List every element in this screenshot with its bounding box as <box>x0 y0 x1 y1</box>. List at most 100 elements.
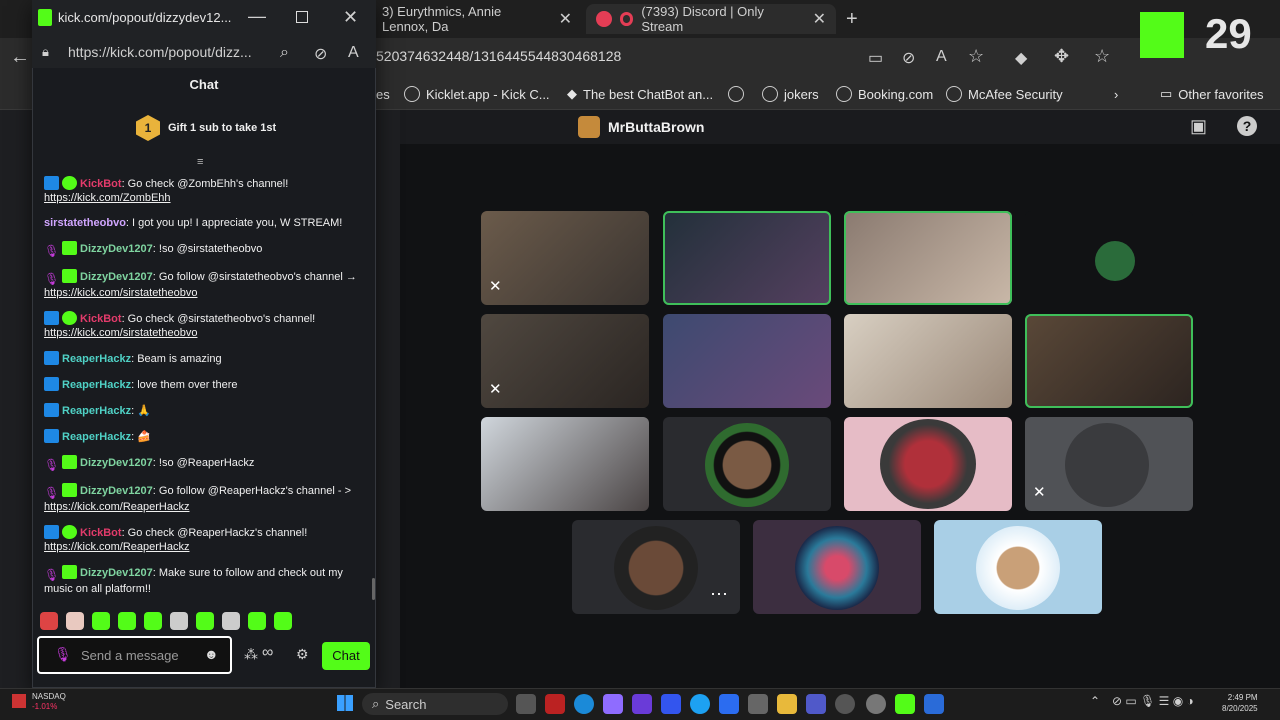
chevron-up-icon[interactable]: ⌃ <box>1090 694 1100 708</box>
read-aloud-icon[interactable]: A <box>348 44 359 62</box>
video-tile[interactable]: ✕ <box>481 211 649 305</box>
emoji-icon[interactable]: ☻ <box>204 646 219 662</box>
edge-icon[interactable] <box>574 694 594 714</box>
video-tile[interactable] <box>663 417 831 511</box>
chat-link[interactable]: https://kick.com/ReaperHackz <box>44 501 190 513</box>
points-icon[interactable]: ⁂ <box>244 646 258 663</box>
emote[interactable] <box>196 612 214 630</box>
gear-icon[interactable]: ⚙ <box>296 646 309 663</box>
emote[interactable] <box>40 612 58 630</box>
video-tile[interactable]: ✕ <box>481 314 649 408</box>
settings-icon[interactable] <box>866 694 886 714</box>
chat-username[interactable]: sirstatetheobvo <box>44 217 126 229</box>
video-tile[interactable] <box>844 314 1012 408</box>
more-options-icon[interactable]: ⋯ <box>710 584 728 605</box>
eye-off-icon[interactable]: ⊘ <box>314 44 327 64</box>
extension-icon[interactable]: ◆ <box>1015 48 1027 68</box>
minimize-icon[interactable]: — <box>248 6 266 27</box>
folder-icon[interactable] <box>777 694 797 714</box>
mcafee-icon[interactable] <box>545 694 565 714</box>
taskbar-search[interactable]: ⌕ Search <box>362 693 508 715</box>
video-tile[interactable] <box>844 211 1012 305</box>
zoom-icon[interactable]: ⌕ <box>280 44 289 62</box>
infinity-icon[interactable]: ∞ <box>262 644 273 662</box>
send-chat-button[interactable]: Chat <box>322 642 370 670</box>
chevron-right-icon[interactable]: › <box>1114 84 1118 104</box>
fav-item[interactable]: es <box>376 84 390 104</box>
video-tile[interactable]: ✕ <box>1025 417 1193 511</box>
chat-username[interactable]: DizzyDev1207 <box>80 567 153 579</box>
video-tile[interactable] <box>753 520 921 614</box>
tray-icons[interactable]: ⊘ ▭ 🎙︎ ☰ ◉ ◑ <box>1112 694 1194 708</box>
chat-link[interactable]: https://kick.com/sirstatetheobvo <box>44 327 197 339</box>
maximize-icon[interactable] <box>296 11 308 23</box>
fav-jokers[interactable]: jokers <box>762 84 819 104</box>
fav-chatbot[interactable]: ◆ The best ChatBot an... <box>567 84 713 104</box>
video-tile[interactable] <box>1025 211 1193 305</box>
lock-icon[interactable]: 🔒︎ <box>42 44 49 60</box>
chat-username[interactable]: ReaperHackz <box>62 431 131 443</box>
teams-icon[interactable] <box>806 694 826 714</box>
emote[interactable] <box>66 612 84 630</box>
emote[interactable] <box>274 612 292 630</box>
chat-link[interactable]: https://kick.com/ZombEhh <box>44 192 171 204</box>
eye-off-icon[interactable]: ⊘ <box>902 48 915 68</box>
close-icon[interactable]: ✕ <box>559 9 572 29</box>
emote[interactable] <box>92 612 110 630</box>
clock[interactable]: 2:49 PM 8/20/2025 <box>1222 692 1258 714</box>
app-icon[interactable] <box>690 694 710 714</box>
store-icon[interactable] <box>748 694 768 714</box>
chat-username[interactable]: KickBot <box>80 178 122 190</box>
close-icon[interactable]: ✕ <box>343 7 358 28</box>
popup-url[interactable]: https://kick.com/popout/dizz... <box>68 44 252 60</box>
zoom-app-icon[interactable] <box>719 694 739 714</box>
media-icon[interactable] <box>835 694 855 714</box>
video-tile[interactable] <box>934 520 1102 614</box>
fav-kicklet[interactable]: Kicklet.app - Kick C... <box>404 84 550 104</box>
copilot-icon[interactable] <box>603 694 623 714</box>
popout-icon[interactable]: ▣ <box>1190 116 1207 137</box>
tab-eurythmics[interactable]: 3) Eurythmics, Annie Lennox, Da ✕ <box>372 4 582 34</box>
address-url[interactable]: 520374632448/1316445544830468128 <box>376 48 621 64</box>
read-aloud-icon[interactable]: A <box>936 48 947 66</box>
chat-username[interactable]: ReaperHackz <box>62 379 131 391</box>
chat-username[interactable]: ReaperHackz <box>62 353 131 365</box>
stock-widget[interactable]: NASDAQ -1.01% <box>32 692 66 712</box>
video-tile[interactable] <box>844 417 1012 511</box>
gift-sub-banner[interactable]: 1 Gift 1 sub to take 1st <box>136 114 276 142</box>
close-icon[interactable]: ✕ <box>813 9 826 29</box>
video-tile[interactable] <box>663 314 831 408</box>
chat-username[interactable]: ReaperHackz <box>62 405 131 417</box>
fav-globe[interactable] <box>728 84 744 104</box>
app-icon[interactable] <box>632 694 652 714</box>
emote[interactable] <box>144 612 162 630</box>
star-icon[interactable]: ☆ <box>968 46 984 67</box>
video-tile[interactable] <box>481 417 649 511</box>
emote[interactable] <box>222 612 240 630</box>
new-tab-icon[interactable]: + <box>846 8 858 31</box>
emote[interactable] <box>170 612 188 630</box>
chat-username[interactable]: KickBot <box>80 527 122 539</box>
chat-username[interactable]: DizzyDev1207 <box>80 457 153 469</box>
emote[interactable] <box>118 612 136 630</box>
app-icon[interactable] <box>924 694 944 714</box>
screen-icon[interactable]: ▭ <box>868 48 883 68</box>
video-tile[interactable] <box>1025 314 1193 408</box>
chat-username[interactable]: DizzyDev1207 <box>80 485 153 497</box>
chat-username[interactable]: DizzyDev1207 <box>80 271 153 283</box>
task-view-icon[interactable] <box>516 694 536 714</box>
chat-username[interactable]: DizzyDev1207 <box>80 243 153 255</box>
windows-start-icon[interactable] <box>337 695 353 711</box>
back-arrow-icon[interactable]: ← <box>10 46 30 69</box>
video-tile[interactable] <box>663 211 831 305</box>
chat-link[interactable]: https://kick.com/ReaperHackz <box>44 541 190 553</box>
tab-discord[interactable]: (7393) Discord | Only Stream ✕ <box>586 4 836 34</box>
fav-booking[interactable]: Booking.com <box>836 84 933 104</box>
other-favorites[interactable]: ▭ Other favorites <box>1160 84 1264 104</box>
chat-username[interactable]: KickBot <box>80 313 122 325</box>
collapse-pinned-icon[interactable]: ≡ <box>197 156 211 168</box>
favorites-icon[interactable]: ☆ <box>1094 46 1110 67</box>
video-tile[interactable]: ⋯ <box>572 520 740 614</box>
chat-scrollbar[interactable] <box>372 578 375 600</box>
chat-link[interactable]: https://kick.com/sirstatetheobvo <box>44 287 197 299</box>
